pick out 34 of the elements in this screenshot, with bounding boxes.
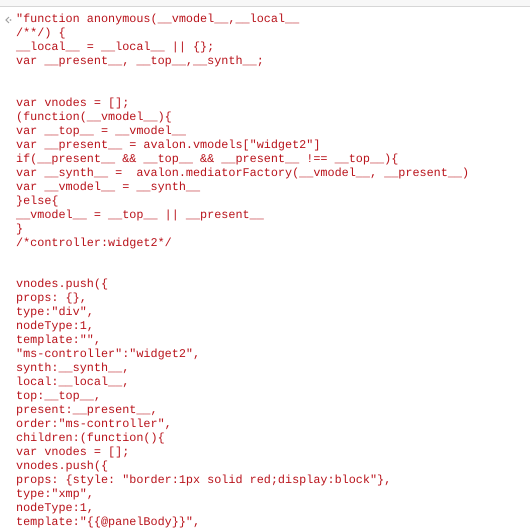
code-line: nodeType:1, xyxy=(16,502,95,516)
code-line: } xyxy=(16,222,24,236)
code-line: nodeType:1, xyxy=(16,320,95,334)
code-line: var vnodes = []; xyxy=(16,446,130,460)
code-line: /*controller:widget2*/ xyxy=(16,236,173,250)
code-line: synth:__synth__, xyxy=(16,362,130,376)
code-line: __vmodel__ = __top__ || __present__ xyxy=(16,208,265,223)
code-line: template:"{{@panelBody}}", xyxy=(16,516,202,530)
code-line: __local__ = __local__ || {}; xyxy=(16,40,216,55)
code-line: var __present__, __top__,__synth__; xyxy=(16,54,265,69)
code-line: var vnodes = []; xyxy=(16,96,130,111)
code-line: props: {style: "border:1px solid red;display:block"}, xyxy=(16,474,392,488)
code-line: var __vmodel__ = __synth__ xyxy=(16,180,202,195)
code-line: top:__top__, xyxy=(16,390,102,404)
code-line: var __top__ = __vmodel__ xyxy=(16,124,187,139)
code-line: vnodes.push({ xyxy=(16,460,110,474)
code-line: "ms-controller":"widget2", xyxy=(16,348,202,362)
code-line: (function(__vmodel__){ xyxy=(16,110,173,125)
code-line: type:"xmp", xyxy=(16,488,95,502)
code-line: var __synth__ = avalon.mediatorFactory(__vmodel__, __present__) xyxy=(16,166,470,181)
code-line: order:"ms-controller", xyxy=(16,418,173,432)
return-arrow-icon xyxy=(4,16,12,24)
code-line: type:"div", xyxy=(16,306,95,320)
code-line: template:"", xyxy=(16,334,102,348)
code-line: if(__present__ && __top__ && __present__ !== __top__){ xyxy=(16,152,400,167)
code-line: children:(function(){ xyxy=(16,432,166,446)
code-line: local:__local__, xyxy=(16,376,130,390)
code-line: /**/) { xyxy=(16,26,67,41)
code-line: present:__present__, xyxy=(16,404,159,418)
code-line: props: {}, xyxy=(16,292,88,306)
code-line: }else{ xyxy=(16,194,60,209)
code-line: "function anonymous(__vmodel__,__local__ xyxy=(16,13,300,27)
code-line: var __present__ = avalon.vmodels["widget2"] xyxy=(16,138,322,153)
code-line: vnodes.push({ xyxy=(16,278,110,292)
